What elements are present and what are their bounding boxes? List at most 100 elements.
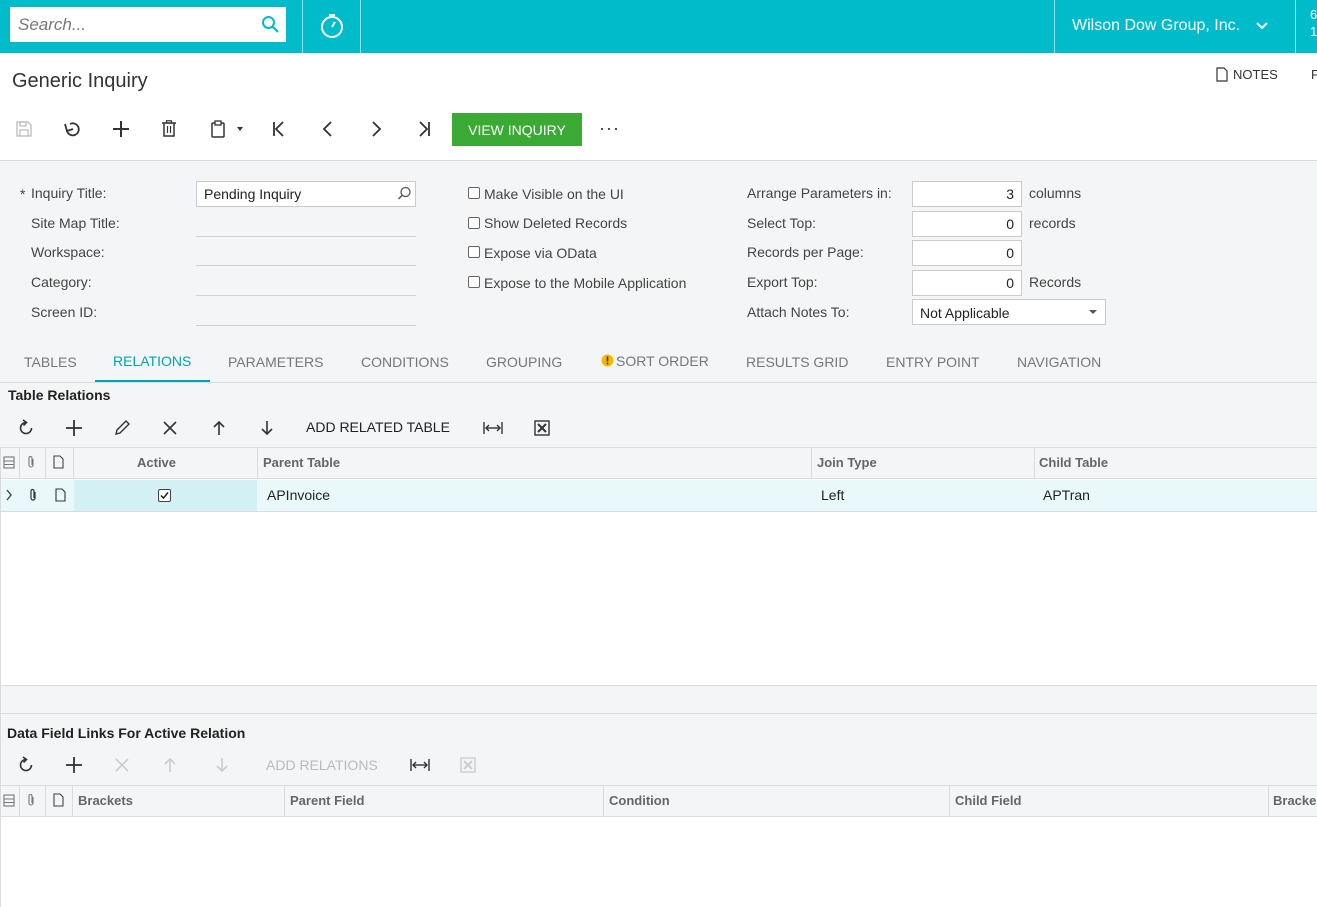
export-top-input[interactable]: 0 xyxy=(912,270,1022,296)
move-up-icon[interactable] xyxy=(207,416,231,440)
add-row-icon[interactable] xyxy=(62,416,86,440)
data-field-links-title: Data Field Links For Active Relation xyxy=(7,725,246,741)
select-top-label: Select Top: xyxy=(747,215,817,231)
save-icon[interactable] xyxy=(12,117,36,141)
links-note-icon xyxy=(53,793,64,807)
column-header-join-type[interactable]: Join Type xyxy=(817,448,877,478)
move-down-icon[interactable] xyxy=(255,416,279,440)
more-icon[interactable]: ··· xyxy=(599,118,620,139)
tab-entry-point[interactable]: ENTRY POINT xyxy=(886,354,980,370)
column-header-brackets-close[interactable]: Bracke xyxy=(1273,786,1316,816)
column-header-condition[interactable]: Condition xyxy=(609,786,670,816)
edit-icon[interactable] xyxy=(110,416,134,440)
clipboard-icon[interactable] xyxy=(205,117,249,141)
tab-conditions[interactable]: CONDITIONS xyxy=(361,354,449,370)
top-right-cut-text: 6 1 xyxy=(1310,7,1317,39)
delete-icon[interactable] xyxy=(157,117,181,141)
delete-row-icon[interactable] xyxy=(158,416,182,440)
make-visible-checkbox[interactable] xyxy=(468,187,480,199)
show-deleted-label: Show Deleted Records xyxy=(484,215,628,231)
category-label: Category: xyxy=(31,274,92,290)
divider xyxy=(360,0,361,53)
links-export-excel-icon[interactable] xyxy=(456,753,480,777)
view-inquiry-button[interactable]: VIEW INQUIRY xyxy=(452,113,582,146)
row-attachment-icon[interactable] xyxy=(28,488,38,503)
arrange-unit: columns xyxy=(1029,185,1082,201)
links-fit-columns-icon[interactable] xyxy=(408,753,432,777)
page-title: Generic Inquiry xyxy=(12,70,148,92)
site-map-title-field[interactable] xyxy=(196,236,416,237)
chevron-down-icon[interactable] xyxy=(1255,20,1269,32)
refresh-icon[interactable] xyxy=(14,416,38,440)
tab-grouping[interactable]: GROUPING xyxy=(486,354,562,370)
table-row[interactable]: APInvoice Left APTran xyxy=(0,480,1317,512)
attach-notes-select[interactable]: Not Applicable xyxy=(912,299,1106,325)
workspace-label: Workspace: xyxy=(31,244,105,260)
lookup-icon[interactable] xyxy=(397,186,412,201)
make-visible-label: Make Visible on the UI xyxy=(484,186,624,202)
links-refresh-icon[interactable] xyxy=(14,753,38,777)
child-table-cell[interactable]: APTran xyxy=(1043,480,1090,511)
show-deleted-checkbox[interactable] xyxy=(468,217,480,229)
column-header-parent-field[interactable]: Parent Field xyxy=(290,786,364,816)
select-top-input[interactable]: 0 xyxy=(912,211,1022,237)
last-record-icon[interactable] xyxy=(412,117,436,141)
column-header-brackets[interactable]: Brackets xyxy=(78,786,133,816)
tab-parameters[interactable]: PARAMETERS xyxy=(228,354,323,370)
records-per-page-input[interactable]: 0 xyxy=(912,240,1022,266)
search-box[interactable] xyxy=(10,7,286,42)
links-move-up-icon[interactable] xyxy=(158,753,182,777)
dropdown-arrow-icon xyxy=(1088,309,1098,315)
relations-toolbar-area xyxy=(0,383,1317,447)
expose-mobile-checkbox[interactable] xyxy=(468,276,480,288)
warning-icon xyxy=(601,354,614,367)
column-header-parent-table[interactable]: Parent Table xyxy=(263,448,340,478)
links-row-selector-icon xyxy=(3,794,15,807)
company-selector[interactable]: Wilson Dow Group, Inc. xyxy=(1072,17,1240,35)
splitter-band[interactable] xyxy=(0,685,1317,714)
search-icon[interactable] xyxy=(261,15,280,34)
row-chevron-icon[interactable] xyxy=(5,489,13,501)
workspace-field[interactable] xyxy=(196,265,416,266)
add-icon[interactable] xyxy=(109,117,133,141)
select-top-unit: records xyxy=(1029,215,1076,231)
links-grid-header: Brackets Parent Field Condition Child Fi… xyxy=(0,785,1317,817)
history-icon[interactable] xyxy=(319,13,345,39)
column-header-child-table[interactable]: Child Table xyxy=(1039,448,1108,478)
active-cell[interactable] xyxy=(74,480,257,511)
note-icon xyxy=(53,455,64,469)
export-excel-icon[interactable] xyxy=(530,416,554,440)
links-add-icon[interactable] xyxy=(62,753,86,777)
parent-table-cell[interactable]: APInvoice xyxy=(267,480,330,511)
links-move-down-icon[interactable] xyxy=(210,753,234,777)
inquiry-title-field[interactable]: Pending Inquiry xyxy=(196,181,416,207)
undo-icon[interactable] xyxy=(60,117,84,141)
inquiry-title-label: Inquiry Title: xyxy=(31,185,107,201)
files-button-cut[interactable]: F xyxy=(1311,67,1317,82)
arrange-parameters-input[interactable]: 3 xyxy=(912,181,1022,207)
active-checkbox-icon[interactable] xyxy=(158,489,171,502)
fit-columns-icon[interactable] xyxy=(481,416,505,440)
expose-odata-checkbox[interactable] xyxy=(468,246,480,258)
first-record-icon[interactable] xyxy=(267,117,291,141)
row-note-icon[interactable] xyxy=(55,488,66,502)
next-record-icon[interactable] xyxy=(364,117,388,141)
add-related-table-button[interactable]: ADD RELATED TABLE xyxy=(306,419,450,435)
links-delete-icon[interactable] xyxy=(110,753,134,777)
previous-record-icon[interactable] xyxy=(316,117,340,141)
category-field[interactable] xyxy=(196,295,416,296)
attachment-icon xyxy=(26,455,36,470)
tab-tables[interactable]: TABLES xyxy=(24,354,77,370)
screen-id-label: Screen ID: xyxy=(31,304,98,320)
add-relations-button[interactable]: ADD RELATIONS xyxy=(266,757,378,773)
column-header-active[interactable]: Active xyxy=(137,448,176,478)
column-header-child-field[interactable]: Child Field xyxy=(955,786,1021,816)
search-input[interactable] xyxy=(18,7,258,42)
screen-id-field[interactable] xyxy=(196,325,416,326)
tab-relations[interactable]: RELATIONS xyxy=(113,353,191,369)
notes-button[interactable]: NOTES xyxy=(1216,67,1278,82)
tab-sort-order[interactable]: SORT ORDER xyxy=(616,353,709,369)
tab-results-grid[interactable]: RESULTS GRID xyxy=(746,354,848,370)
join-type-cell[interactable]: Left xyxy=(821,480,844,511)
tab-navigation[interactable]: NAVIGATION xyxy=(1017,354,1101,370)
